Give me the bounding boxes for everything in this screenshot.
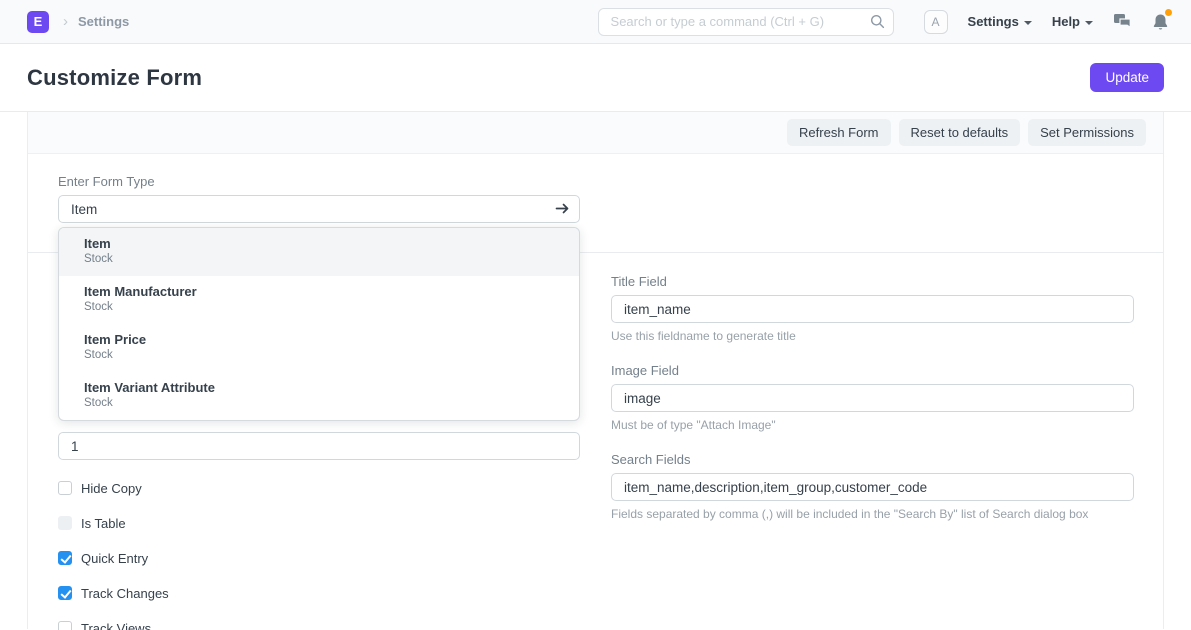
set-permissions-button[interactable]: Set Permissions — [1028, 119, 1146, 146]
reset-to-defaults-button[interactable]: Reset to defaults — [899, 119, 1021, 146]
breadcrumb-chevron-icon: › — [63, 13, 68, 30]
search-fields-group: Search Fields Fields separated by comma … — [611, 452, 1134, 522]
page-head: Customize Form Update — [0, 44, 1191, 112]
dropdown-option-item-price[interactable]: Item Price Stock — [59, 324, 579, 372]
quick-entry-checkbox[interactable]: Quick Entry — [58, 551, 580, 565]
chevron-down-icon — [1024, 21, 1032, 25]
checkbox-list: Hide Copy Is Table Quick Entry Track Cha… — [58, 481, 580, 630]
checkbox-icon — [58, 551, 72, 565]
option-subtitle: Stock — [84, 252, 554, 267]
title-field-group: Title Field Use this fieldname to genera… — [611, 274, 1134, 344]
option-subtitle: Stock — [84, 300, 554, 315]
image-field-label: Image Field — [611, 363, 1134, 379]
option-title: Item Price — [84, 332, 554, 348]
dropdown-option-item-manufacturer[interactable]: Item Manufacturer Stock — [59, 276, 579, 324]
chat-icon — [1113, 13, 1132, 30]
form-type-dropdown: Item Stock Item Manufacturer Stock Item … — [58, 227, 580, 421]
form-toolbar: Refresh Form Reset to defaults Set Permi… — [28, 112, 1163, 154]
help-menu[interactable]: Help — [1052, 14, 1093, 29]
checkbox-label: Hide Copy — [81, 481, 142, 496]
help-menu-label: Help — [1052, 14, 1080, 29]
checkbox-icon — [58, 516, 72, 530]
search-fields-label: Search Fields — [611, 452, 1134, 468]
checkbox-label: Track Views — [81, 621, 151, 630]
image-field-group: Image Field Must be of type "Attach Imag… — [611, 363, 1134, 433]
checkbox-label: Quick Entry — [81, 551, 148, 566]
title-field-help: Use this fieldname to generate title — [611, 329, 1134, 344]
is-table-checkbox: Is Table — [58, 516, 580, 530]
option-title: Item Variant Attribute — [84, 380, 554, 396]
image-field-help: Must be of type "Attach Image" — [611, 418, 1134, 433]
checkbox-icon — [58, 621, 72, 630]
track-changes-checkbox[interactable]: Track Changes — [58, 586, 580, 600]
form-type-input[interactable] — [58, 195, 580, 223]
option-subtitle: Stock — [84, 396, 554, 411]
settings-menu[interactable]: Settings — [968, 14, 1032, 29]
image-field-input[interactable] — [611, 384, 1134, 412]
search-icon — [870, 14, 885, 29]
dropdown-option-item[interactable]: Item Stock — [59, 228, 579, 276]
track-views-checkbox[interactable]: Track Views — [58, 621, 580, 630]
option-title: Item — [84, 236, 554, 252]
open-link-arrow-icon[interactable] — [555, 201, 570, 216]
form-container: Refresh Form Reset to defaults Set Permi… — [27, 112, 1164, 629]
form-type-label: Enter Form Type — [58, 174, 580, 190]
notifications-button[interactable] — [1152, 13, 1169, 31]
settings-menu-label: Settings — [968, 14, 1019, 29]
update-button[interactable]: Update — [1090, 63, 1164, 92]
title-field-input[interactable] — [611, 295, 1134, 323]
search-input[interactable] — [598, 8, 894, 36]
form-type-field — [58, 195, 580, 223]
avatar[interactable]: A — [924, 10, 948, 34]
breadcrumb[interactable]: Settings — [78, 14, 129, 29]
chat-button[interactable] — [1113, 13, 1132, 30]
number-input[interactable] — [58, 432, 580, 460]
page-title: Customize Form — [27, 65, 202, 91]
title-field-label: Title Field — [611, 274, 1134, 290]
checkbox-label: Track Changes — [81, 586, 169, 601]
chevron-down-icon — [1085, 21, 1093, 25]
notification-dot — [1165, 9, 1172, 16]
search-fields-help: Fields separated by comma (,) will be in… — [611, 507, 1134, 522]
navbar: E › Settings A Settings Help — [0, 0, 1191, 44]
global-search — [598, 8, 894, 36]
right-column: Title Field Use this fieldname to genera… — [611, 154, 1134, 522]
checkbox-icon — [58, 481, 72, 495]
navbar-right: A Settings Help — [924, 10, 1169, 34]
form-body: Enter Form Type Item Stock Item Manufact… — [28, 154, 1163, 629]
app-logo[interactable]: E — [27, 11, 49, 33]
search-fields-input[interactable] — [611, 473, 1134, 501]
checkbox-label: Is Table — [81, 516, 126, 531]
hide-copy-checkbox[interactable]: Hide Copy — [58, 481, 580, 495]
option-title: Item Manufacturer — [84, 284, 554, 300]
checkbox-icon — [58, 586, 72, 600]
refresh-form-button[interactable]: Refresh Form — [787, 119, 890, 146]
option-subtitle: Stock — [84, 348, 554, 363]
dropdown-option-item-variant-attribute[interactable]: Item Variant Attribute Stock — [59, 372, 579, 420]
left-column: Enter Form Type Item Stock Item Manufact… — [58, 154, 580, 630]
